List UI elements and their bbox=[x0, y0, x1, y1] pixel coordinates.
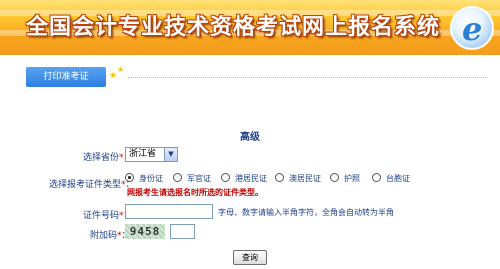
header-banner: 全国会计专业技术资格考试网上报名系统 e bbox=[0, 0, 500, 55]
radio-button[interactable] bbox=[125, 173, 134, 182]
radio-button[interactable] bbox=[173, 173, 182, 182]
id-type-label: 选择报考证件类型*： bbox=[49, 180, 135, 190]
id-number-hint: 字母、数字请输入半角字符，全角会自动转为半角 bbox=[218, 208, 394, 217]
divider bbox=[128, 77, 488, 78]
radio-id-card[interactable]: 身份证 bbox=[125, 173, 163, 185]
province-select[interactable]: 浙江省 ▼ bbox=[125, 147, 178, 162]
star-icon: ★ bbox=[117, 65, 125, 74]
radio-hk-resident[interactable]: 港居民证 bbox=[221, 173, 267, 185]
radio-button[interactable] bbox=[372, 173, 381, 182]
id-number-input[interactable] bbox=[125, 204, 213, 219]
star-icon: ★ bbox=[109, 71, 118, 81]
radio-macau-resident[interactable]: 澳居民证 bbox=[275, 173, 321, 185]
radio-button[interactable] bbox=[275, 173, 284, 182]
radio-taiwan-permit[interactable]: 台胞证 bbox=[372, 173, 410, 185]
id-type-radio-group: 身份证 军官证 港居民证 澳居民证 护照 台胞证 bbox=[125, 173, 495, 185]
radio-button[interactable] bbox=[330, 173, 339, 182]
id-type-warning: 网报考生请选报名时所选的证件类型。 bbox=[127, 188, 263, 197]
tab-bar: 打印准考证 ★ ★ bbox=[0, 55, 500, 92]
captcha-input[interactable] bbox=[170, 224, 195, 239]
chevron-down-icon[interactable]: ▼ bbox=[164, 148, 177, 161]
site-title: 全国会计专业技术资格考试网上报名系统 bbox=[26, 14, 441, 40]
captcha-image: 9458 bbox=[125, 224, 165, 239]
ie-logo-icon: e bbox=[450, 6, 494, 50]
radio-button[interactable] bbox=[221, 173, 230, 182]
radio-officer-card[interactable]: 军官证 bbox=[173, 173, 211, 185]
tab-print-admission[interactable]: 打印准考证 bbox=[26, 67, 106, 87]
section-title: 高级 bbox=[240, 132, 260, 143]
radio-passport[interactable]: 护照 bbox=[330, 173, 360, 185]
query-button[interactable]: 查询 bbox=[233, 250, 267, 265]
